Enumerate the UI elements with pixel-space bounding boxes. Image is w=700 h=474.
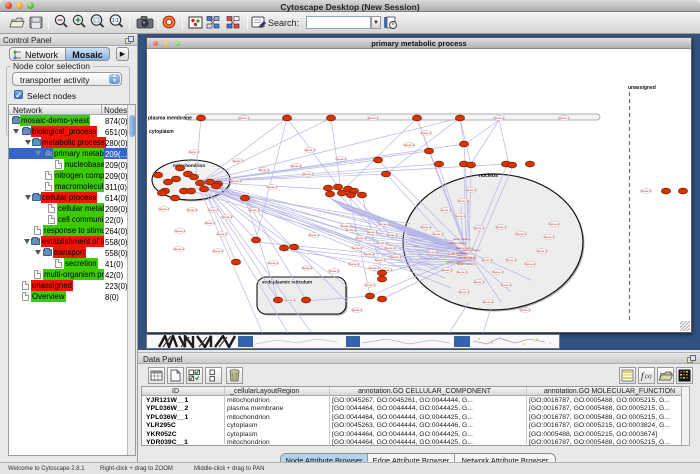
svg-text:Gene-1: Gene-1 [249,208,259,212]
svg-text:Gene-1: Gene-1 [459,290,469,294]
svg-text:Gene-x Gene-y: Gene-x Gene-y [457,262,475,266]
svg-text:Gene-1: Gene-1 [404,143,414,147]
svg-text:Gene-1: Gene-1 [349,262,359,266]
svg-text:Gene-1: Gene-1 [285,298,295,302]
svg-text:Gene-1: Gene-1 [369,266,379,270]
svg-text:Gene-1: Gene-1 [259,168,269,172]
svg-text:Gene-1: Gene-1 [336,157,346,161]
svg-text:Gene-1: Gene-1 [205,221,215,225]
svg-text:Gene-1: Gene-1 [455,214,465,218]
svg-text:Gene-1: Gene-1 [385,246,395,250]
svg-text:Gene-1: Gene-1 [267,185,277,189]
svg-text:Gene-1: Gene-1 [466,188,476,192]
svg-text:Gene-1: Gene-1 [303,172,313,176]
svg-text:nucleus: nucleus [479,173,498,179]
svg-text:Gene-1: Gene-1 [641,189,651,193]
svg-text:Gene-x Gene-y: Gene-x Gene-y [459,256,477,260]
svg-text:Gene-1: Gene-1 [364,252,374,256]
svg-text:Gene-1: Gene-1 [291,164,301,168]
svg-text:Gene-1: Gene-1 [208,208,218,212]
svg-text:endoplasmic reticulum: endoplasmic reticulum [262,280,312,285]
svg-text:Gene-1: Gene-1 [501,283,511,287]
svg-text:Gene-1: Gene-1 [496,225,506,229]
svg-text:Gene-1: Gene-1 [367,230,377,234]
svg-text:Gene-1: Gene-1 [549,222,559,226]
svg-text:Gene-1: Gene-1 [375,258,385,262]
svg-text:Gene-1: Gene-1 [379,222,389,226]
svg-text:Gene-1: Gene-1 [427,250,437,254]
svg-text:Gene-1: Gene-1 [268,261,278,265]
svg-text:Gene-1: Gene-1 [520,308,530,312]
svg-text:Gene-1: Gene-1 [222,215,232,219]
svg-text:Gene-1: Gene-1 [346,228,356,232]
svg-text:Gene-1: Gene-1 [421,131,431,135]
svg-text:Gene-1: Gene-1 [231,179,241,183]
svg-text:Gene-1: Gene-1 [494,116,504,120]
svg-text:Gene-1: Gene-1 [377,241,387,245]
svg-text:Gene-1: Gene-1 [233,159,243,163]
svg-text:unassigned: unassigned [628,85,656,91]
svg-text:Gene-1: Gene-1 [474,226,484,230]
svg-text:Gene-1: Gene-1 [213,249,223,253]
svg-text:Gene-1: Gene-1 [458,199,468,203]
svg-text:Gene-1: Gene-1 [544,235,554,239]
svg-text:Gene-1: Gene-1 [352,246,362,250]
svg-text:Gene-1: Gene-1 [159,207,169,211]
svg-text:Gene-1: Gene-1 [189,150,199,154]
svg-text:Gene-1: Gene-1 [175,229,185,233]
svg-text:Gene-1: Gene-1 [302,266,312,270]
svg-text:Gene-1: Gene-1 [506,258,516,262]
svg-text:Gene-1: Gene-1 [387,233,397,237]
svg-text:Gene-x Gene-y: Gene-x Gene-y [453,237,471,241]
svg-text:Gene-1: Gene-1 [474,280,484,284]
svg-text:Gene-1: Gene-1 [187,208,197,212]
svg-text:Gene-1: Gene-1 [525,262,535,266]
svg-text:Gene-1: Gene-1 [516,232,526,236]
svg-text:cytoplasm: cytoplasm [149,129,174,135]
svg-text:Gene-1: Gene-1 [356,236,366,240]
svg-text:Gene-x Gene-y: Gene-x Gene-y [449,241,467,245]
svg-text:Gene-1: Gene-1 [559,116,569,120]
svg-text:Gene-1: Gene-1 [239,116,249,120]
svg-text:Gene-1: Gene-1 [441,208,451,212]
svg-text:Gene-1: Gene-1 [217,232,227,236]
svg-text:Gene-1: Gene-1 [493,270,503,274]
svg-text:(x): (x) [645,373,652,380]
svg-text:Gene-x Gene-y: Gene-x Gene-y [463,248,481,252]
svg-text:1:1: 1:1 [112,18,119,24]
svg-text:Gene-1: Gene-1 [365,283,375,287]
svg-text:Gene-1: Gene-1 [352,308,362,312]
svg-text:plasma membrane: plasma membrane [148,116,192,122]
svg-text:Gene-1: Gene-1 [442,268,452,272]
svg-text:Gene-1: Gene-1 [391,255,401,259]
svg-text:Gene-1: Gene-1 [309,233,319,237]
svg-text:Gene-1: Gene-1 [368,116,378,120]
svg-text:Gene-1: Gene-1 [537,249,547,253]
svg-text:Gene-1: Gene-1 [433,232,443,236]
svg-text:Gene-1: Gene-1 [174,247,184,251]
svg-text:Gene-1: Gene-1 [483,300,493,304]
svg-text:Gene-1: Gene-1 [421,225,431,229]
svg-text:Gene-1: Gene-1 [457,270,467,274]
svg-text:Gene-1: Gene-1 [305,148,315,152]
svg-text:Gene-1: Gene-1 [482,258,492,262]
svg-text:Gene-1: Gene-1 [329,269,339,273]
